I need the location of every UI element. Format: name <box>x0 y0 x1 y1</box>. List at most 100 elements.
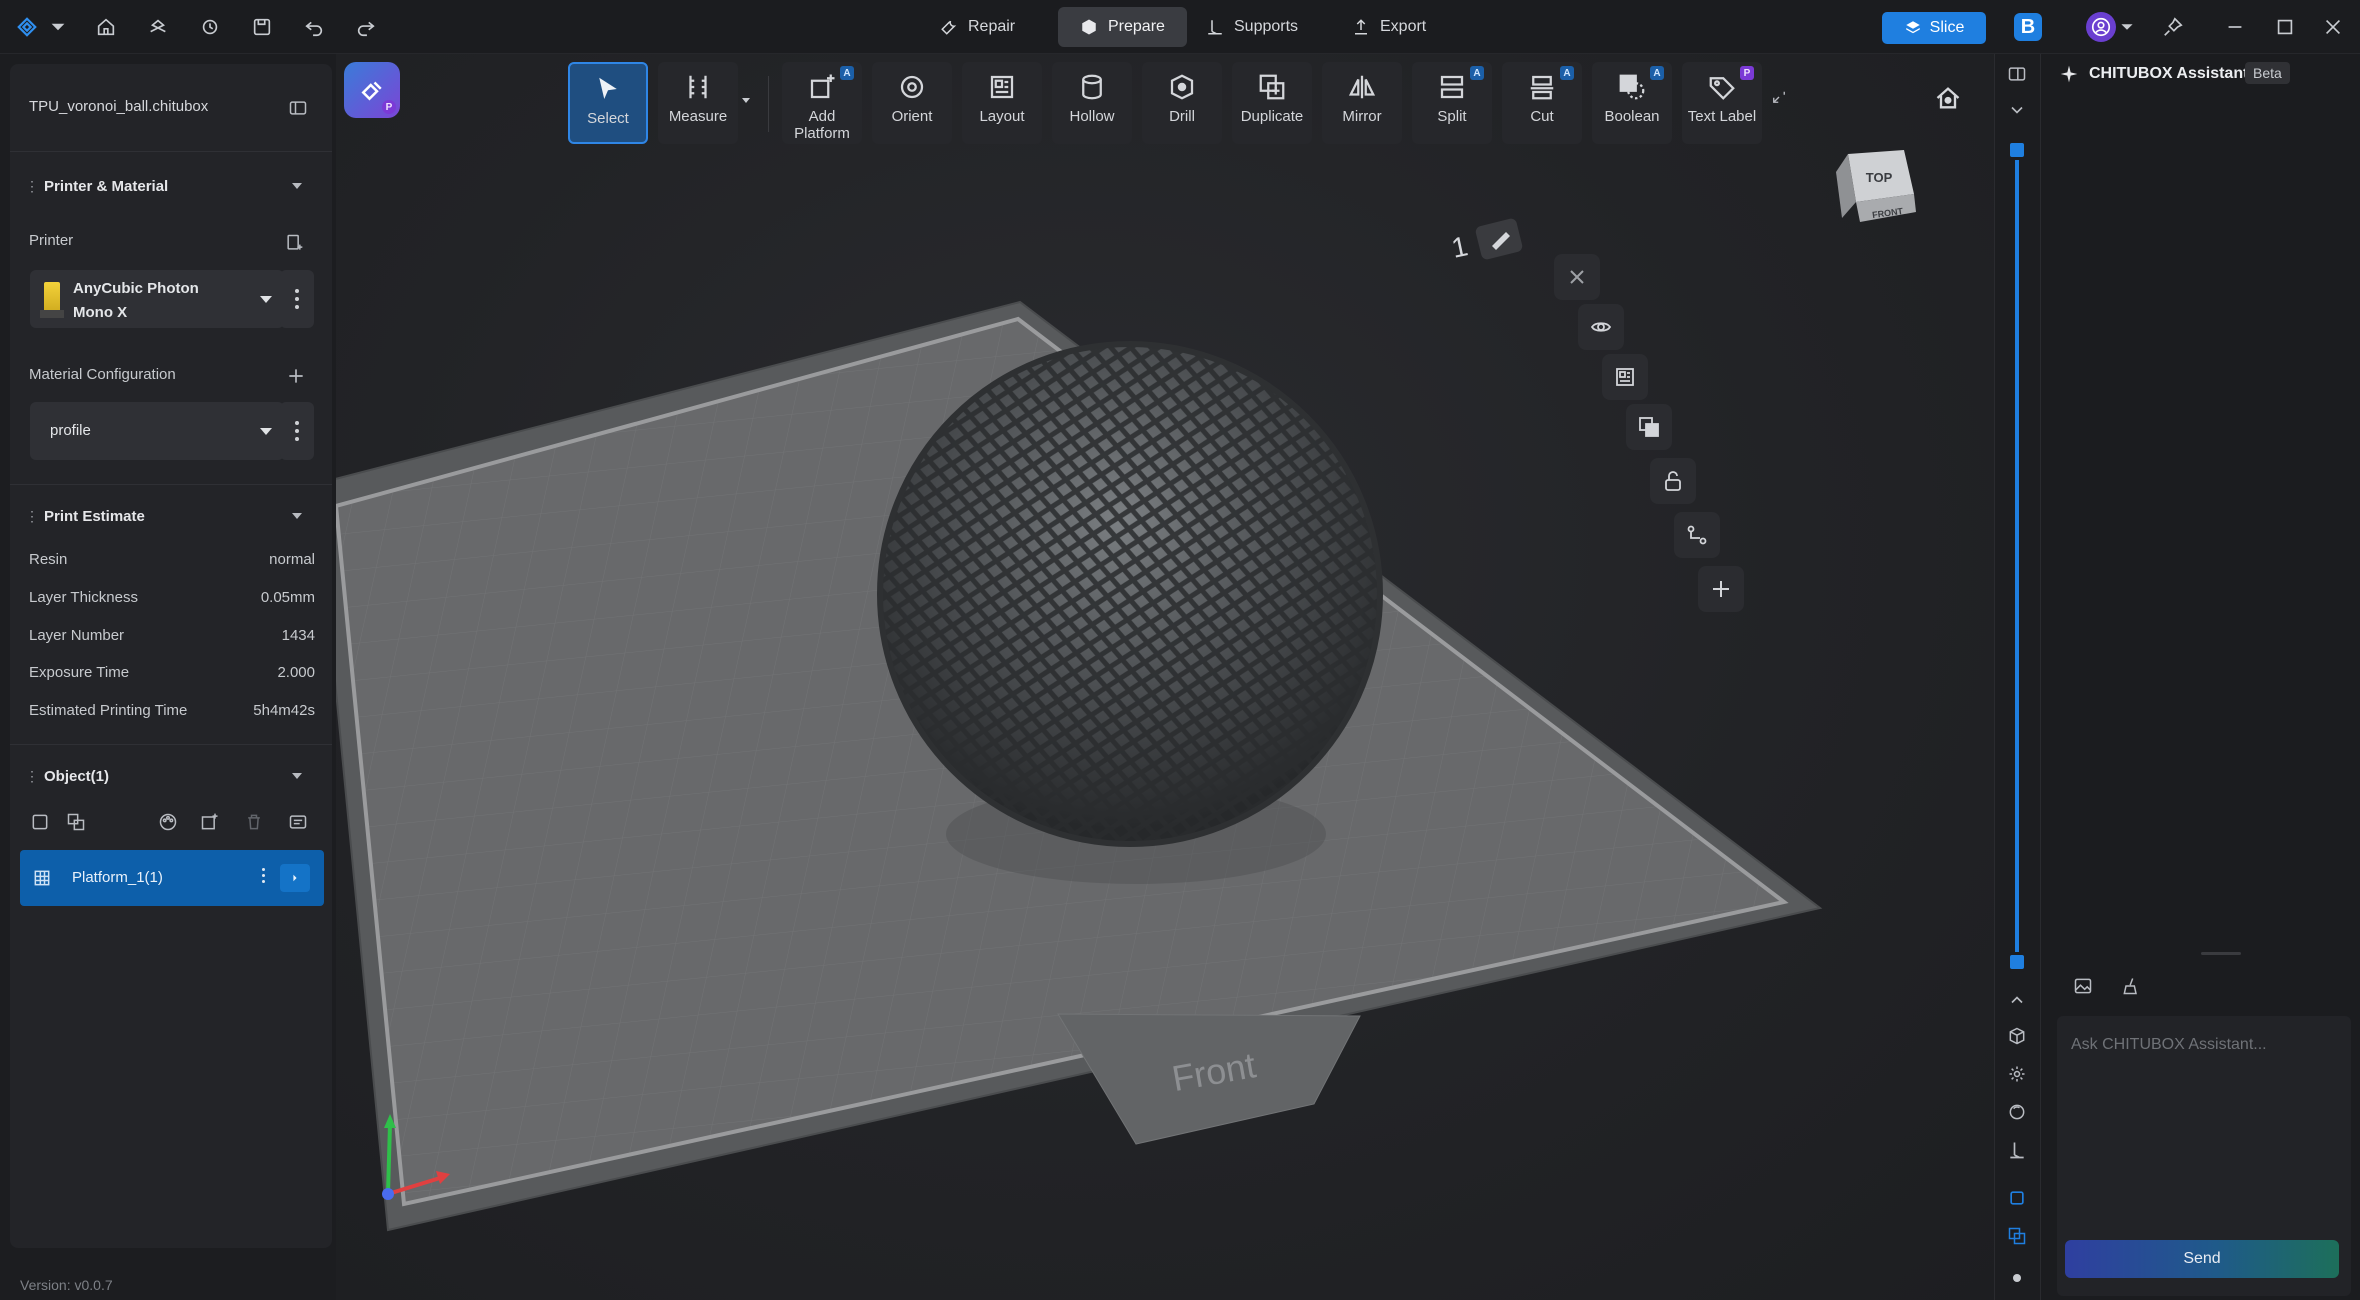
assistant-title: CHITUBOX Assistant <box>2089 65 2249 82</box>
tool-mirror-label: Mirror <box>1342 108 1382 125</box>
chevron-down-icon[interactable] <box>2005 98 2029 122</box>
drag-grip-icon[interactable]: ⋮ <box>25 178 39 195</box>
tool-drill[interactable]: Drill <box>1142 62 1222 144</box>
platform-add-button[interactable] <box>1698 566 1744 612</box>
pin-icon[interactable] <box>2156 10 2190 44</box>
platform-unlock-button[interactable] <box>1650 458 1696 504</box>
minimize-icon[interactable] <box>2218 10 2252 44</box>
save-icon[interactable] <box>245 10 279 44</box>
close-icon[interactable] <box>2316 10 2350 44</box>
printer-select[interactable]: AnyCubic Photon Mono X <box>30 270 284 328</box>
tab-prepare[interactable]: Prepare <box>1058 7 1187 47</box>
tab-export[interactable]: Export <box>1330 7 1448 47</box>
slice-button[interactable]: Slice <box>1882 12 1986 44</box>
select-group-icon[interactable] <box>64 810 88 834</box>
avatar-chevron-icon[interactable] <box>2120 10 2134 44</box>
layer-slider-track[interactable] <box>2015 150 2019 970</box>
platform-close-button[interactable] <box>1554 254 1600 300</box>
layer-slider-bottom-handle[interactable] <box>2007 952 2027 972</box>
settings-icon[interactable] <box>2005 1062 2029 1086</box>
layer-stack-icon[interactable] <box>2005 1224 2029 1248</box>
tool-hollow[interactable]: Hollow <box>1052 62 1132 144</box>
tab-supports[interactable]: Supports <box>1184 7 1320 47</box>
app-menu-chevron-icon[interactable] <box>50 10 66 44</box>
home-icon[interactable] <box>89 10 123 44</box>
chevron-up-icon[interactable] <box>2005 988 2029 1012</box>
undo-icon[interactable] <box>297 10 331 44</box>
visibility-settings-icon[interactable] <box>286 810 310 834</box>
printer-material-header[interactable]: ⋮ Printer & Material <box>10 168 332 204</box>
drag-grip-icon[interactable]: ⋮ <box>25 508 39 525</box>
user-avatar[interactable] <box>2086 12 2116 42</box>
plugin-icon <box>361 81 382 101</box>
platform-view-button[interactable] <box>1578 304 1624 350</box>
printer-more-button[interactable] <box>280 270 314 328</box>
object-list-header[interactable]: ⋮ Object(1) <box>10 758 332 794</box>
3d-viewport[interactable]: Front 1 TOP FRONT P Select Measure Add P… <box>336 54 1994 1300</box>
platform-more-icon[interactable] <box>258 868 268 888</box>
tool-add-platform[interactable]: Add Platform A <box>782 62 862 144</box>
view-cube[interactable]: TOP FRONT <box>1836 150 1916 222</box>
measure-dropdown-chevron-icon[interactable] <box>742 98 750 103</box>
add-printer-icon[interactable] <box>282 231 306 255</box>
tool-text-label[interactable]: Text Label P <box>1682 62 1762 144</box>
redo-icon[interactable] <box>349 10 383 44</box>
close-icon <box>1570 270 1584 284</box>
platform-number: 1 <box>1449 230 1471 264</box>
tool-orient[interactable]: Orient <box>872 62 952 144</box>
collapse-chevron-icon[interactable] <box>292 513 302 519</box>
layer-box-icon[interactable] <box>2005 1186 2029 1210</box>
toolbar-expand-icon[interactable] <box>1770 88 1792 110</box>
select-all-checkbox[interactable] <box>28 810 52 834</box>
estimate-row-layer-number: Layer Number 1434 <box>29 627 315 647</box>
tool-text-label-label: Text Label <box>1687 108 1757 125</box>
estimate-value: 1434 <box>281 627 315 644</box>
collapse-chevron-icon[interactable] <box>292 773 302 779</box>
panel-layout-icon[interactable] <box>2005 62 2029 86</box>
platform-expand-button[interactable] <box>280 864 310 892</box>
build-plate-scene[interactable]: Front 1 TOP FRONT <box>336 54 1994 1300</box>
platform-list-item[interactable]: Platform_1(1) <box>20 850 324 906</box>
dropdown-chevron-icon <box>260 428 272 435</box>
resize-handle[interactable] <box>2201 952 2241 955</box>
b-app-badge[interactable]: B <box>2014 13 2042 41</box>
add-object-icon[interactable] <box>198 810 222 834</box>
platform-link-button[interactable] <box>1674 512 1720 558</box>
tool-duplicate[interactable]: Duplicate <box>1232 62 1312 144</box>
app-logo-icon[interactable] <box>10 10 44 44</box>
maximize-icon[interactable] <box>2268 10 2302 44</box>
layer-slider-top-handle[interactable] <box>2007 140 2027 160</box>
platform-duplicate-button[interactable] <box>1626 404 1672 450</box>
collapse-chevron-icon[interactable] <box>292 183 302 189</box>
tool-mirror[interactable]: Mirror <box>1322 62 1402 144</box>
edit-platform-icon[interactable] <box>1475 217 1524 260</box>
plugin-button[interactable]: P <box>344 62 400 118</box>
home-view-icon[interactable] <box>1934 84 1964 114</box>
color-palette-icon[interactable] <box>156 810 180 834</box>
tool-layout[interactable]: Layout <box>962 62 1042 144</box>
tool-cut[interactable]: Cut A <box>1502 62 1582 144</box>
tab-repair[interactable]: Repair <box>918 7 1037 47</box>
sidebar-toggle-icon[interactable] <box>286 96 310 120</box>
cube-view-icon[interactable] <box>2005 1024 2029 1048</box>
send-button[interactable]: Send <box>2065 1240 2339 1278</box>
tool-boolean[interactable]: Boolean A <box>1592 62 1672 144</box>
tool-measure[interactable]: Measure <box>658 62 738 144</box>
clear-chat-icon[interactable] <box>2119 974 2143 998</box>
material-more-button[interactable] <box>280 402 314 460</box>
image-attach-icon[interactable] <box>2071 974 2095 998</box>
platform-layout-button[interactable] <box>1602 354 1648 400</box>
print-estimate-header[interactable]: ⋮ Print Estimate <box>10 498 332 534</box>
sphere-view-icon[interactable] <box>2005 1100 2029 1124</box>
cloud-sync-icon[interactable] <box>193 10 227 44</box>
add-material-icon[interactable] <box>284 364 308 388</box>
delete-icon[interactable] <box>242 810 266 834</box>
print-queue-icon[interactable] <box>141 10 175 44</box>
export-icon <box>1355 19 1367 35</box>
material-select[interactable]: profile <box>30 402 284 460</box>
tool-select[interactable]: Select <box>568 62 648 144</box>
drag-grip-icon[interactable]: ⋮ <box>25 768 39 785</box>
tool-split[interactable]: Split A <box>1412 62 1492 144</box>
support-view-icon[interactable] <box>2005 1138 2029 1162</box>
assistant-placeholder: Ask CHITUBOX Assistant... <box>2071 1036 2267 1053</box>
